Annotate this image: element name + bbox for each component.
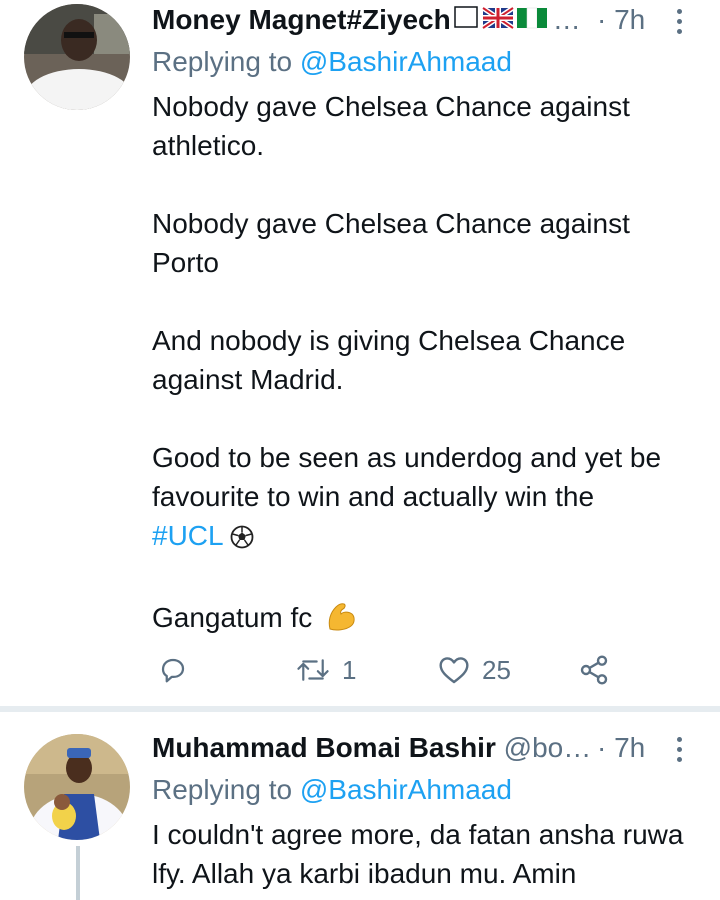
mention-link[interactable]: @BashirAhmaad	[300, 46, 512, 77]
tweet-paragraph: Gangatum fc	[152, 602, 313, 633]
retweet-button[interactable]: 1	[296, 648, 356, 692]
share-button[interactable]	[578, 648, 610, 692]
hashtag-link[interactable]: #UCL	[152, 520, 223, 551]
tweet-divider	[0, 706, 720, 712]
tweet-paragraph: Nobody gave Chelsea Chance against athle…	[152, 91, 630, 161]
tweet-paragraph: I couldn't agree more, da fatan ansha ru…	[152, 819, 684, 889]
tweet-header: Money Magnet#Ziyech … · 7h	[152, 2, 692, 38]
tweet-paragraph: Good to be seen as underdog and yet be f…	[152, 442, 662, 512]
reply-button[interactable]	[158, 648, 188, 692]
flexed-biceps-icon	[324, 599, 358, 643]
author-handle[interactable]: @bo…	[504, 732, 592, 763]
reply-icon	[161, 658, 185, 683]
soccer-ball-icon	[230, 520, 254, 559]
missing-glyph-icon	[453, 6, 478, 28]
share-icon	[580, 655, 608, 685]
retweet-count: 1	[342, 654, 357, 685]
tweet-paragraph: Nobody gave Chelsea Chance against Porto	[152, 208, 630, 278]
like-count: 25	[482, 654, 511, 685]
replying-to: Replying to @BashirAhmaad	[152, 44, 512, 80]
mention-link[interactable]: @BashirAhmaad	[300, 774, 512, 805]
tweet-time[interactable]: · 7h	[597, 730, 645, 766]
thread-line	[76, 846, 80, 900]
tweet-actions: 1 25	[152, 648, 622, 692]
avatar[interactable]	[24, 4, 130, 110]
more-icon[interactable]	[670, 734, 688, 764]
tweet-paragraph-block: Gangatum fc	[152, 598, 702, 643]
tweet-paragraph-block: Good to be seen as underdog and yet be f…	[152, 438, 702, 559]
replying-to: Replying to @BashirAhmaad	[152, 772, 512, 808]
tweet-text: I couldn't agree more, da fatan ansha ru…	[152, 815, 692, 893]
uk-flag-icon	[481, 6, 515, 31]
author-name[interactable]: Money Magnet#Ziyech	[152, 4, 451, 35]
like-icon	[439, 657, 469, 684]
tweet-text: Nobody gave Chelsea Chance against athle…	[152, 87, 702, 643]
tweet-time[interactable]: · 7h	[597, 2, 645, 38]
more-icon[interactable]	[670, 6, 688, 36]
tweet-header: Muhammad Bomai Bashir @bo… · 7h	[152, 730, 692, 766]
nigeria-flag-icon	[516, 7, 547, 29]
replying-prefix: Replying to	[152, 46, 293, 77]
like-button[interactable]: 25	[438, 648, 511, 692]
author-suffix: …	[552, 4, 581, 35]
retweet-icon	[297, 659, 329, 681]
author-name[interactable]: Muhammad Bomai Bashir	[152, 732, 496, 763]
replying-prefix: Replying to	[152, 774, 293, 805]
tweet-paragraph: And nobody is giving Chelsea Chance agai…	[152, 325, 626, 395]
avatar[interactable]	[24, 734, 130, 840]
flag-emojis	[453, 2, 547, 41]
